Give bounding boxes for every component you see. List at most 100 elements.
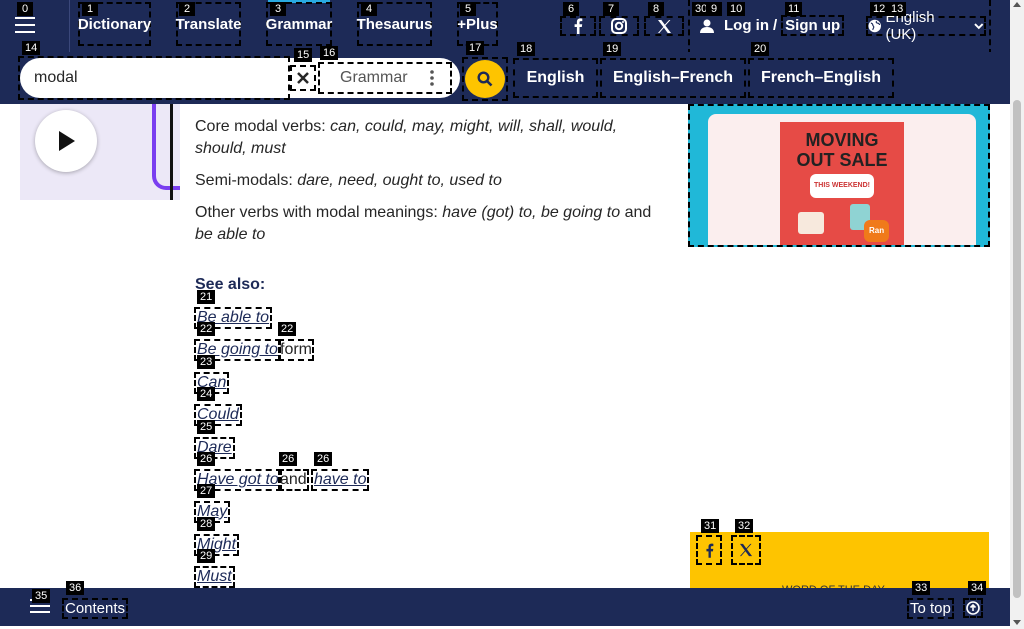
- chevron-down-icon: [974, 23, 984, 30]
- core-modals-paragraph: Core modal verbs: can, could, may, might…: [195, 116, 665, 160]
- tab-english-french[interactable]: English–French: [600, 58, 746, 98]
- badge: 22: [197, 322, 216, 336]
- nav-translate-label: Translate: [175, 15, 242, 33]
- badge: 18: [517, 42, 536, 56]
- globe-icon: [868, 19, 881, 33]
- badge: 11: [785, 2, 803, 16]
- dictionary-select[interactable]: Grammar: [318, 62, 452, 94]
- signup-link[interactable]: Sign up: [781, 15, 845, 36]
- search-input[interactable]: [34, 68, 284, 88]
- ad-tag: THIS WEEKEND!: [810, 174, 874, 198]
- facebook-icon: [705, 543, 713, 558]
- badge: 32: [735, 519, 754, 533]
- badge: 27: [197, 484, 216, 498]
- ad-line2: OUT SALE: [796, 150, 888, 170]
- badge: 15: [294, 48, 313, 62]
- video-line: [170, 104, 173, 200]
- badge: 9: [706, 2, 722, 16]
- play-icon: [59, 131, 75, 151]
- facebook-icon[interactable]: [560, 16, 596, 36]
- semi-label: Semi-modals:: [195, 172, 298, 189]
- badge: 25: [197, 420, 216, 434]
- badge: 6: [563, 2, 579, 16]
- video-graphic: [152, 104, 180, 190]
- badge: 10: [727, 2, 746, 16]
- login-area: Log in / Sign up: [700, 15, 845, 36]
- badge: 33: [912, 581, 931, 595]
- wotd-facebook-button[interactable]: [696, 535, 722, 565]
- badge: 8: [648, 2, 664, 16]
- language-selector[interactable]: English (UK): [866, 9, 986, 43]
- badge: 1: [82, 2, 98, 16]
- other-label: Other verbs with modal meanings:: [195, 204, 443, 221]
- tab-english-french-label: English–French: [612, 69, 734, 86]
- user-icon: [700, 19, 714, 33]
- badge: 2: [179, 2, 195, 16]
- login-link[interactable]: Log in: [724, 17, 769, 34]
- badge: 34: [968, 581, 987, 595]
- link-and[interactable]: and: [278, 469, 309, 491]
- ad-products: Ran: [780, 198, 904, 242]
- clear-search-button[interactable]: [290, 65, 316, 91]
- badge: 29: [197, 549, 216, 563]
- play-button[interactable]: [35, 110, 97, 172]
- to-top-label: To top: [910, 600, 951, 617]
- x-twitter-icon[interactable]: [644, 16, 684, 36]
- advertisement[interactable]: MOVING OUT SALE THIS WEEKEND! Ran: [688, 104, 990, 247]
- scrollbar-thumb[interactable]: [1013, 100, 1021, 598]
- link-must[interactable]: Must: [194, 566, 235, 588]
- badge: 13: [888, 2, 907, 16]
- badge: 5: [460, 2, 476, 16]
- ad-bowl: [798, 212, 824, 234]
- tab-french-english-label: French–English: [760, 69, 882, 86]
- ad-line1: MOVING: [805, 130, 879, 150]
- nav-dictionary-label: Dictionary: [77, 15, 152, 33]
- dictionary-select-value: Grammar: [340, 69, 408, 86]
- other-and: and: [620, 204, 652, 221]
- wotd-x-button[interactable]: [731, 535, 761, 565]
- link-have-to[interactable]: have to: [311, 469, 370, 491]
- top-navigation-bar: [0, 0, 1010, 52]
- search-icon: [477, 71, 493, 87]
- badge: 23: [197, 355, 216, 369]
- scroll-up-arrow-icon[interactable]: [1013, 2, 1021, 7]
- badge: 24: [197, 387, 216, 401]
- contents-button[interactable]: Contents: [62, 598, 129, 619]
- badge: 12: [870, 2, 889, 16]
- core-label: Core modal verbs:: [195, 118, 331, 135]
- nav-grammar-label: Grammar: [265, 15, 333, 33]
- other-items-a: have (got) to, be going to: [442, 204, 621, 221]
- nav-thesaurus-label: Thesaurus: [356, 15, 433, 33]
- scroll-down-arrow-icon[interactable]: [1013, 620, 1021, 625]
- instagram-icon[interactable]: [599, 16, 639, 36]
- badge: 4: [361, 2, 377, 16]
- nav-plus-label: +Plus: [457, 15, 498, 33]
- other-modals-paragraph: Other verbs with modal meanings: have (g…: [195, 202, 665, 246]
- semi-modals-paragraph: Semi-modals: dare, need, ought to, used …: [195, 170, 665, 192]
- x-twitter-icon: [739, 543, 753, 557]
- badge: 21: [197, 290, 216, 304]
- tab-french-english[interactable]: French–English: [748, 58, 894, 98]
- badge: 35: [32, 589, 51, 603]
- to-top-button[interactable]: To top: [907, 598, 954, 619]
- badge: 22: [278, 322, 297, 336]
- other-items-b: be able to: [195, 226, 266, 243]
- badge: 20: [751, 42, 770, 56]
- link-form[interactable]: form: [278, 339, 314, 361]
- tab-english[interactable]: English: [513, 58, 598, 98]
- nav-divider: [69, 0, 70, 52]
- badge: 28: [197, 517, 216, 531]
- badge: 31: [701, 519, 720, 533]
- ad-cta: Ran: [864, 220, 890, 242]
- arrow-up-circle-icon[interactable]: [963, 598, 983, 618]
- tab-english-label: English: [526, 69, 585, 86]
- badge: 3: [270, 2, 286, 16]
- badge: 26: [279, 452, 298, 466]
- bottom-bar: [0, 588, 1010, 626]
- badge: 19: [603, 42, 622, 56]
- badge: 26: [197, 452, 216, 466]
- badge: 36: [66, 581, 85, 595]
- badge: 14: [22, 41, 41, 55]
- search-button[interactable]: [465, 60, 505, 98]
- contents-label: Contents: [65, 600, 126, 617]
